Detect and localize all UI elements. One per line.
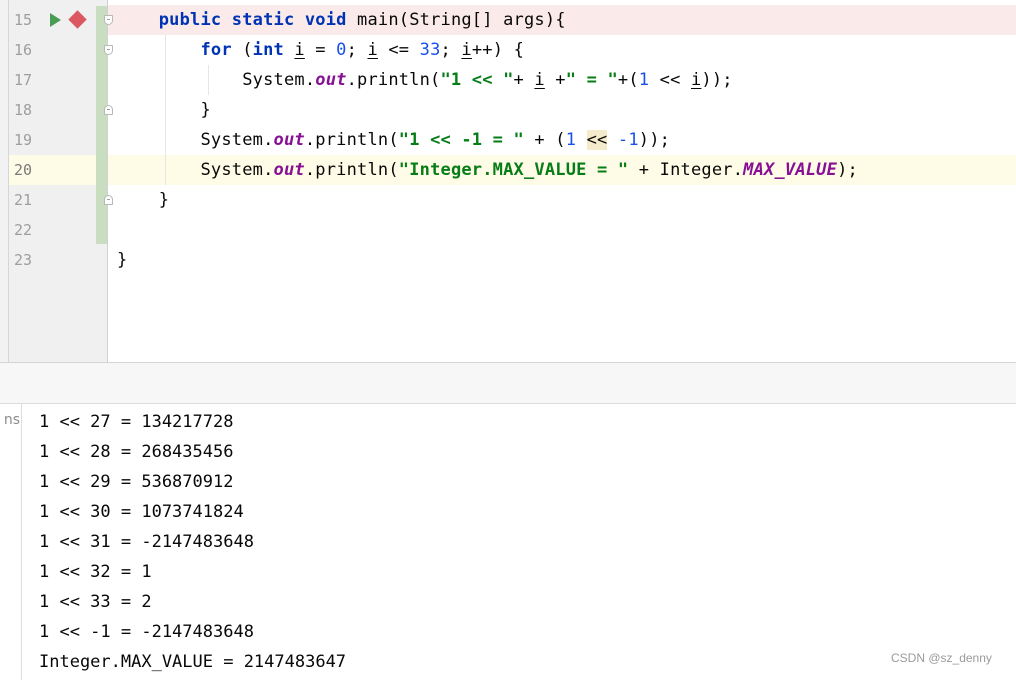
static-field: out [315,70,347,90]
variable: i [294,40,305,60]
console-output-line: 1 << 30 = 1073741824 [39,502,244,522]
code-text: + ( [523,130,566,150]
console-output-line: Integer.MAX_VALUE = 2147483647 [39,652,347,672]
code-text: ++) { [471,40,525,60]
string-literal: "1 << " [440,70,514,90]
keyword: int [252,40,284,60]
code-text: ; [346,40,368,60]
fold-icon[interactable] [104,105,113,115]
code-line-17[interactable]: System.out.println("1 << "+ i +" = "+(1 … [117,65,733,95]
watermark: CSDN @sz_denny [891,651,992,665]
line-number[interactable]: 17 [14,65,38,95]
line-number[interactable]: 18 [14,95,38,125]
run-panel-header[interactable] [0,362,1016,404]
code-text: ( [231,40,253,60]
ide-window: 15 16 17 18 19 20 21 22 23 public static… [0,0,1016,680]
fold-icon[interactable] [104,195,113,205]
variable: i [461,40,472,60]
code-text: } [117,250,128,270]
console-output-line: 1 << 29 = 536870912 [39,472,234,492]
code-text: ); [837,160,858,180]
code-text: )); [638,130,671,150]
keyword: void [304,10,347,30]
code-text: ; [440,40,462,60]
code-text: +( [617,70,639,90]
code-text: + [544,70,566,90]
static-field: MAX_VALUE [743,160,838,180]
code-text: + [513,70,535,90]
code-text: System. [200,160,274,180]
code-text: System. [200,130,274,150]
left-tool-strip [0,0,9,362]
number: 33 [419,40,441,60]
variable: i [534,70,545,90]
code-line-20[interactable]: System.out.println("Integer.MAX_VALUE = … [117,155,858,185]
code-editor[interactable]: 15 16 17 18 19 20 21 22 23 public static… [0,0,1016,362]
console-gutter-label: ns [3,412,20,428]
code-text: System. [242,70,316,90]
console-output-line: 1 << 28 = 268435456 [39,442,234,462]
fold-icon[interactable] [104,45,113,55]
line-number[interactable]: 19 [14,125,38,155]
variable: i [690,70,702,90]
line-number[interactable]: 23 [14,245,38,275]
code-text: main(String[] args){ [346,10,566,30]
code-line-15[interactable]: public static void main(String[] args){ [117,5,566,35]
string-literal: "Integer.MAX_VALUE = " [398,160,629,180]
code-text: + Integer. [628,160,744,180]
console-output-line: 1 << 31 = -2147483648 [39,532,254,552]
run-gutter-icon[interactable] [50,13,61,27]
keyword: public [158,10,222,30]
fold-icon[interactable] [104,15,113,25]
number: 1 [638,70,650,90]
console-output-line: 1 << -1 = -2147483648 [39,622,254,642]
string-literal: "1 << -1 = " [398,130,524,150]
code-text: = [304,40,337,60]
code-text: .println( [304,130,399,150]
code-text: <= [377,40,420,60]
code-line-18[interactable]: } [117,95,211,125]
static-field: out [273,160,305,180]
code-line-16[interactable]: for (int i = 0; i <= 33; i++) { [117,35,524,65]
console-gutter: ns [0,404,22,680]
highlighted-operator: << [586,130,608,150]
string-literal: " = " [565,70,618,90]
line-number-current[interactable]: 20 [14,155,38,185]
keyword: for [200,40,232,60]
keyword: static [231,10,295,30]
line-number[interactable]: 22 [14,215,38,245]
console-output-line: 1 << 27 = 134217728 [39,412,234,432]
code-line-23[interactable]: } [117,245,127,275]
console-output-line: 1 << 33 = 2 [39,592,152,612]
code-text: } [158,190,170,210]
line-number[interactable]: 16 [14,35,38,65]
line-number[interactable]: 21 [14,185,38,215]
console-output-line: 1 << 32 = 1 [39,562,152,582]
code-text: } [200,100,211,120]
code-text: )); [701,70,733,90]
line-number[interactable]: 15 [14,5,38,35]
code-text: << [649,70,691,90]
number: 0 [336,40,347,60]
variable: i [367,40,378,60]
code-text: .println( [304,160,399,180]
run-console[interactable]: ns 1 << 27 = 134217728 1 << 28 = 2684354… [0,404,1016,680]
static-field: out [273,130,305,150]
number: 1 [565,130,577,150]
code-line-21[interactable]: } [117,185,169,215]
vcs-change-marker[interactable] [96,6,107,244]
code-line-19[interactable]: System.out.println("1 << -1 = " + (1 << … [117,125,670,155]
code-text: .println( [346,70,441,90]
number: -1 [617,130,639,150]
